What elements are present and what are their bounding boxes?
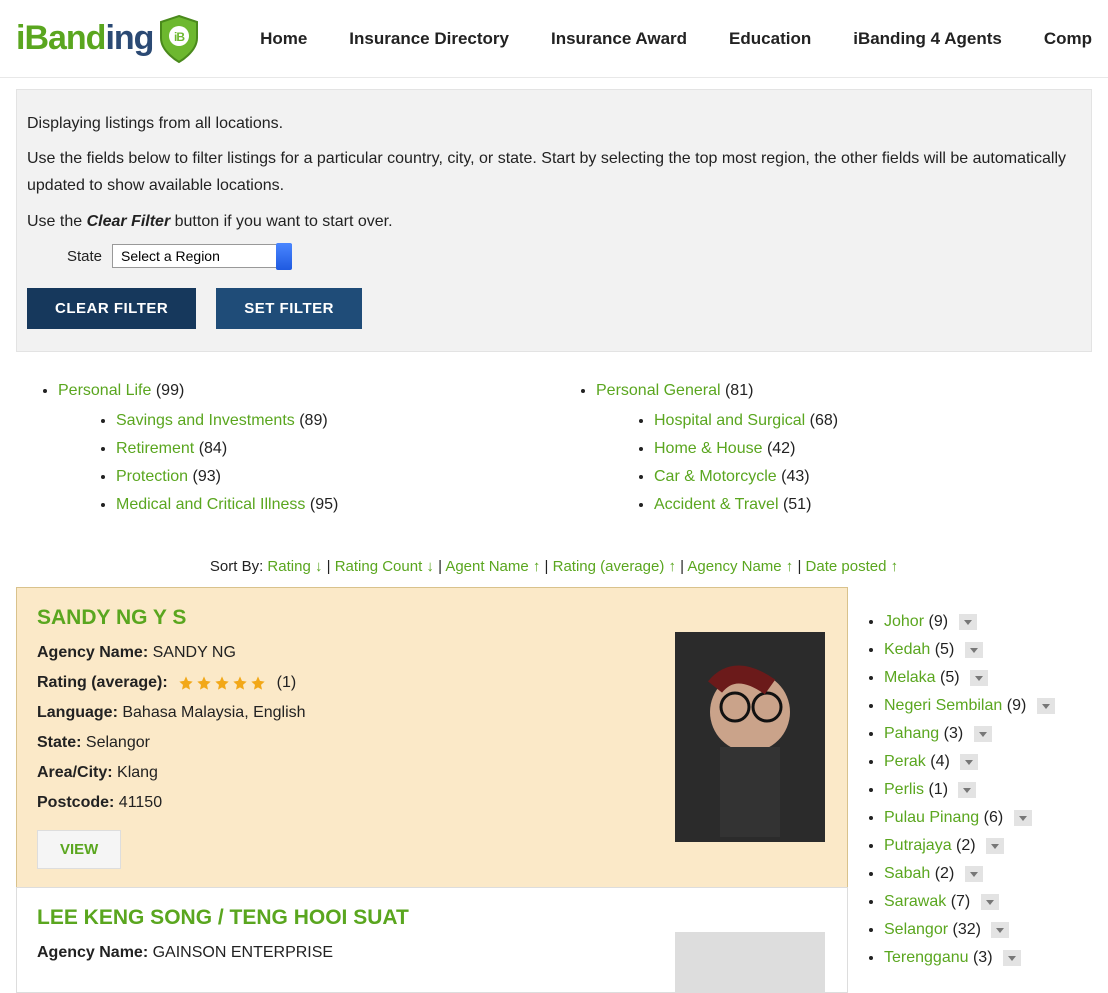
state-link[interactable]: Sabah — [884, 865, 930, 882]
listing-name[interactable]: SANDY NG Y S — [37, 606, 827, 630]
state-link[interactable]: Pahang — [884, 725, 939, 742]
agent-photo — [675, 932, 825, 992]
state-link[interactable]: Pulau Pinang — [884, 809, 979, 826]
sort-option[interactable]: Agency Name ↑ — [687, 558, 793, 575]
logo-text-2: ing — [105, 19, 153, 58]
state-label: State — [67, 244, 102, 270]
view-button[interactable]: VIEW — [37, 830, 121, 869]
filter-box: Displaying listings from all locations. … — [16, 89, 1092, 352]
nav-award[interactable]: Insurance Award — [551, 29, 687, 49]
shield-icon: iB — [157, 14, 201, 64]
expand-icon[interactable] — [965, 642, 983, 658]
subcategory-link[interactable]: Accident & Travel — [654, 496, 779, 513]
sort-option[interactable]: Rating ↓ — [267, 558, 322, 575]
clear-filter-button[interactable]: CLEAR FILTER — [27, 288, 196, 329]
subcategory-link[interactable]: Hospital and Surgical — [654, 412, 805, 429]
expand-icon[interactable] — [986, 838, 1004, 854]
listings: SANDY NG Y S Agency Name: SANDY NG Ratin… — [16, 587, 848, 993]
expand-icon[interactable] — [1014, 810, 1032, 826]
filter-line2: Use the fields below to filter listings … — [27, 145, 1081, 199]
nav-education[interactable]: Education — [729, 29, 811, 49]
nav-agents[interactable]: iBanding 4 Agents — [853, 29, 1002, 49]
expand-icon[interactable] — [960, 754, 978, 770]
nav-comp[interactable]: Comp — [1044, 29, 1092, 49]
filter-line3: Use the Clear Filter button if you want … — [27, 208, 1081, 235]
expand-icon[interactable] — [959, 614, 977, 630]
nav-home[interactable]: Home — [260, 29, 307, 49]
state-link[interactable]: Sarawak — [884, 893, 946, 910]
state-link[interactable]: Kedah — [884, 641, 930, 658]
subcategory-link[interactable]: Home & House — [654, 440, 763, 457]
state-link[interactable]: Terengganu — [884, 949, 969, 966]
subcategory-link[interactable]: Protection — [116, 468, 188, 485]
cat-personal-life[interactable]: Personal Life — [58, 382, 151, 399]
subcategory-link[interactable]: Car & Motorcycle — [654, 468, 777, 485]
listing-name[interactable]: LEE KENG SONG / TENG HOOI SUAT — [37, 906, 827, 930]
listing-card: SANDY NG Y S Agency Name: SANDY NG Ratin… — [16, 587, 848, 888]
category-columns: Personal Life (99) Savings and Investmen… — [0, 352, 1108, 534]
nav-directory[interactable]: Insurance Directory — [349, 29, 509, 49]
state-link[interactable]: Negeri Sembilan — [884, 697, 1002, 714]
cat-personal-general[interactable]: Personal General — [596, 382, 721, 399]
state-link[interactable]: Perlis — [884, 781, 924, 798]
filter-line1: Displaying listings from all locations. — [27, 110, 1081, 137]
expand-icon[interactable] — [991, 922, 1009, 938]
logo-text-1: iBand — [16, 19, 105, 58]
star-icon — [178, 675, 194, 691]
expand-icon[interactable] — [974, 726, 992, 742]
expand-icon[interactable] — [970, 670, 988, 686]
sort-label: Sort By: — [210, 558, 268, 575]
state-link[interactable]: Selangor — [884, 921, 948, 938]
sort-option[interactable]: Date posted ↑ — [806, 558, 899, 575]
expand-icon[interactable] — [965, 866, 983, 882]
star-icon — [250, 675, 266, 691]
svg-text:iB: iB — [174, 30, 185, 44]
star-icon — [196, 675, 212, 691]
star-rating — [178, 675, 266, 691]
listing-card: LEE KENG SONG / TENG HOOI SUAT Agency Na… — [16, 887, 848, 993]
set-filter-button[interactable]: SET FILTER — [216, 288, 362, 329]
sort-option[interactable]: Rating (average) ↑ — [553, 558, 676, 575]
agent-photo — [675, 632, 825, 842]
expand-icon[interactable] — [1003, 950, 1021, 966]
states-sidebar: Johor (9) Kedah (5) Melaka (5) Negeri Se… — [848, 581, 1108, 977]
expand-icon[interactable] — [1037, 698, 1055, 714]
state-link[interactable]: Melaka — [884, 669, 936, 686]
subcategory-link[interactable]: Retirement — [116, 440, 194, 457]
state-link[interactable]: Perak — [884, 753, 926, 770]
expand-icon[interactable] — [981, 894, 999, 910]
star-icon — [232, 675, 248, 691]
region-select[interactable]: Select a Region — [112, 244, 292, 268]
subcategory-link[interactable]: Medical and Critical Illness — [116, 496, 305, 513]
site-header: iBanding iB Home Insurance Directory Ins… — [0, 0, 1108, 78]
state-link[interactable]: Putrajaya — [884, 837, 952, 854]
subcategory-link[interactable]: Savings and Investments — [116, 412, 295, 429]
state-link[interactable]: Johor — [884, 613, 924, 630]
expand-icon[interactable] — [958, 782, 976, 798]
sort-option[interactable]: Rating Count ↓ — [335, 558, 434, 575]
star-icon — [214, 675, 230, 691]
logo[interactable]: iBanding iB — [16, 14, 201, 64]
sort-row: Sort By: Rating ↓ | Rating Count ↓ | Age… — [0, 534, 1108, 581]
sort-option[interactable]: Agent Name ↑ — [445, 558, 540, 575]
main-nav: Home Insurance Directory Insurance Award… — [260, 29, 1092, 49]
